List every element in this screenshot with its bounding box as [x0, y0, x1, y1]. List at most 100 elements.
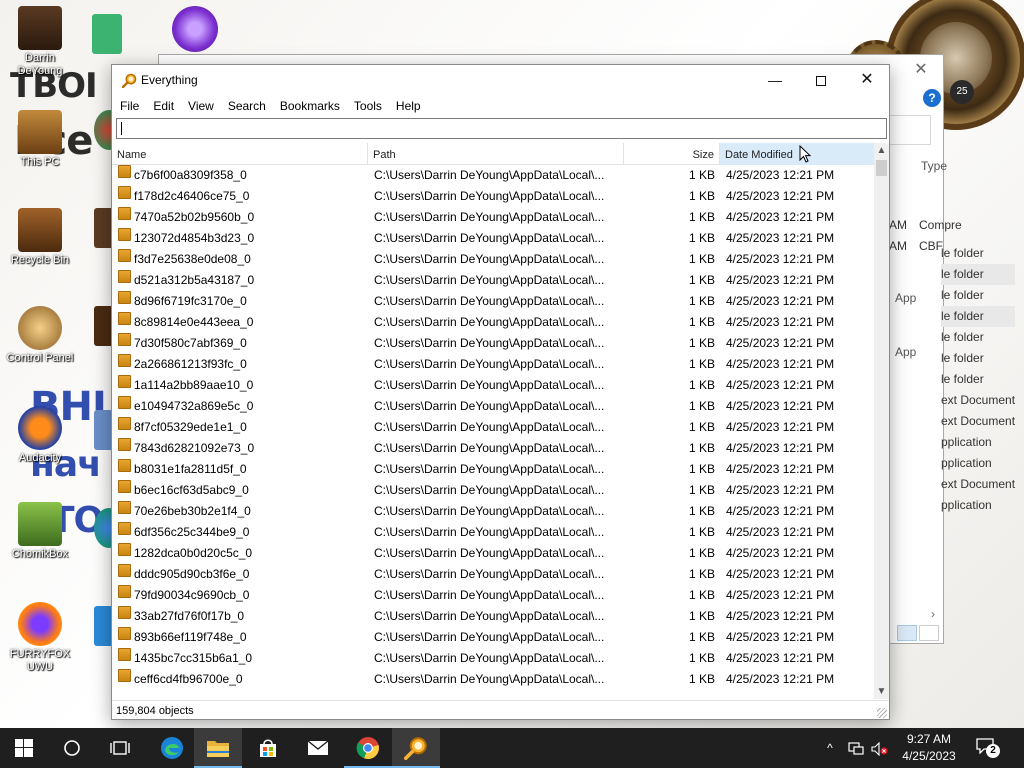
search-input[interactable] — [116, 118, 887, 139]
column-header-type[interactable]: Type — [921, 159, 947, 173]
desktop-icon-this-pc[interactable]: This PC — [2, 110, 78, 169]
edge-button[interactable] — [148, 728, 196, 768]
network-tray-button[interactable] — [844, 728, 868, 768]
menu-help[interactable]: Help — [389, 95, 428, 117]
minimize-button[interactable]: — — [752, 65, 798, 95]
menu-bookmarks[interactable]: Bookmarks — [273, 95, 347, 117]
close-icon[interactable]: ✕ — [909, 59, 933, 79]
list-item[interactable]: le folder — [941, 285, 1015, 306]
desktop-icon-control-panel[interactable]: Control Panel — [2, 306, 78, 365]
close-button[interactable]: ✕ — [844, 65, 890, 95]
title-bar[interactable]: Everything — ✕ — [112, 65, 889, 95]
table-row[interactable]: f3d7e25638e0de08_0 C:\Users\Darrin DeYoun… — [112, 249, 874, 270]
column-header-size[interactable]: Size — [672, 143, 720, 165]
menu-tools[interactable]: Tools — [347, 95, 389, 117]
partial-desktop-icon[interactable] — [92, 14, 122, 54]
table-row[interactable]: 8f7cf05329ede1e1_0 C:\Users\Darrin DeYoun… — [112, 417, 874, 438]
list-item[interactable]: pplication — [941, 495, 1015, 516]
table-row[interactable]: 1435bc7cc315b6a1_0 C:\Users\Darrin DeYoun… — [112, 648, 874, 669]
table-row[interactable]: dddc905d90cb3f6e_0 C:\Users\Darrin DeYoun… — [112, 564, 874, 585]
table-row[interactable]: 7470a52b02b9560b_0 C:\Users\Darrin DeYoun… — [112, 207, 874, 228]
scroll-down-icon[interactable]: ▼ — [874, 684, 889, 699]
list-item[interactable]: le folder — [941, 264, 1016, 285]
table-row[interactable]: 33ab27fd76f0f17b_0 C:\Users\Darrin DeYoun… — [112, 606, 874, 627]
desktop-icon-firefox[interactable]: FURRYFOX UWU — [2, 602, 78, 674]
table-row[interactable]: 893b66ef119f748e_0 C:\Users\Darrin DeYoun… — [112, 627, 874, 648]
table-row[interactable]: b8031e1fa2811d5f_0 C:\Users\Darrin DeYoun… — [112, 459, 874, 480]
cell-size: 1 KB — [688, 378, 715, 392]
menu-view[interactable]: View — [181, 95, 221, 117]
search-button[interactable] — [48, 728, 96, 768]
list-item[interactable]: ext Document — [941, 411, 1015, 432]
desktop-icon-audacity[interactable]: Audacity — [2, 406, 78, 465]
everything-window[interactable]: Everything — ✕ File Edit View Search Bookmar… — [111, 64, 890, 720]
table-row[interactable]: 1282dca0b0d20c5c_0 C:\Users\Darrin DeYoun… — [112, 543, 874, 564]
large-icons-view-icon[interactable] — [919, 625, 939, 641]
action-center-button[interactable]: 2 — [976, 738, 1000, 758]
results-list[interactable]: Name Path Size Date Modified c7b6f00a830… — [112, 143, 889, 699]
table-row[interactable]: 79fd90034c9690cb_0 C:\Users\Darrin DeYoun… — [112, 585, 874, 606]
column-header-date-modified[interactable]: Date Modified — [720, 143, 874, 165]
taskbar-clock[interactable]: 9:27 AM 4/25/2023 — [884, 731, 974, 765]
scroll-up-icon[interactable]: ▲ — [874, 143, 889, 158]
desktop-icon-label: Audacity — [18, 452, 62, 464]
menu-search[interactable]: Search — [221, 95, 273, 117]
everything-button[interactable] — [392, 728, 440, 768]
tor-browser-icon[interactable] — [172, 6, 218, 52]
table-row[interactable]: 2a266861213f93fc_0 C:\Users\Darrin DeYoun… — [112, 354, 874, 375]
table-row[interactable]: 7843d62821092e73_0 C:\Users\Darrin DeYoun… — [112, 438, 874, 459]
cell-name: b6ec16cf63d5abc9_0 — [134, 483, 249, 497]
cell-date-modified: 4/25/2023 12:21 PM — [726, 273, 835, 287]
list-item[interactable]: le folder — [941, 243, 1015, 264]
scroll-right-icon[interactable]: › — [931, 607, 935, 621]
table-row[interactable]: e10494732a869e5c_0 C:\Users\Darrin DeYoun… — [112, 396, 874, 417]
list-item[interactable]: le folder — [941, 348, 1015, 369]
start-button[interactable] — [0, 728, 48, 768]
table-row[interactable]: b6ec16cf63d5abc9_0 C:\Users\Darrin DeYoun… — [112, 480, 874, 501]
cell-name: 1282dca0b0d20c5c_0 — [134, 546, 253, 560]
column-header-name[interactable]: Name — [112, 143, 368, 165]
table-row[interactable]: f178d2c46406ce75_0 C:\Users\Darrin DeYoun… — [112, 186, 874, 207]
cell-size: 1 KB — [688, 336, 715, 350]
list-item[interactable]: le folder — [941, 369, 1015, 390]
scrollbar-thumb[interactable] — [876, 160, 887, 176]
desktop-icon-recycle-bin[interactable]: Recycle Bin — [2, 208, 78, 267]
mail-button[interactable] — [294, 728, 342, 768]
table-row[interactable]: 123072d4854b3d23_0 C:\Users\Darrin DeYoun… — [112, 228, 874, 249]
list-item[interactable]: le folder — [941, 306, 1016, 327]
table-row[interactable]: 8d96f6719fc3170e_0 C:\Users\Darrin DeYoun… — [112, 291, 874, 312]
resize-grip-icon[interactable] — [877, 708, 887, 718]
file-explorer-button[interactable] — [194, 728, 242, 768]
cell-date-modified: 4/25/2023 12:21 PM — [726, 504, 835, 518]
list-item[interactable]: ext Document — [941, 474, 1015, 495]
store-button[interactable] — [244, 728, 292, 768]
table-row[interactable]: 8c89814e0e443eea_0 C:\Users\Darrin DeYoun… — [112, 312, 874, 333]
maximize-button[interactable] — [798, 65, 844, 95]
menu-edit[interactable]: Edit — [146, 95, 181, 117]
column-header-path[interactable]: Path — [368, 143, 624, 165]
list-item[interactable]: pplication — [941, 432, 1015, 453]
table-row[interactable]: 6df356c25c344be9_0 C:\Users\Darrin DeYoun… — [112, 522, 874, 543]
show-hidden-icons-button[interactable]: ^ — [820, 728, 840, 768]
table-row[interactable]: d521a312b5a43187_0 C:\Users\Darrin DeYoun… — [112, 270, 874, 291]
table-row[interactable]: ceff6cd4fb96700e_0 C:\Users\Darrin DeYoun… — [112, 669, 874, 690]
menu-file[interactable]: File — [112, 95, 146, 117]
table-row[interactable]: c7b6f00a8309f358_0 C:\Users\Darrin DeYoun… — [112, 165, 874, 186]
details-view-icon[interactable] — [897, 625, 917, 641]
desktop-icon-user-folder[interactable]: Darrin DeYoung — [2, 6, 78, 78]
vertical-scrollbar[interactable]: ▲ ▼ — [874, 143, 889, 699]
desktop-icon-chomikbox[interactable]: ChomikBox — [2, 502, 78, 561]
task-view-button[interactable] — [96, 728, 144, 768]
table-row[interactable]: 70e26beb30b2e1f4_0 C:\Users\Darrin DeYoun… — [112, 501, 874, 522]
cell-date-modified: 4/25/2023 12:21 PM — [726, 336, 835, 350]
list-item[interactable]: le folder — [941, 327, 1015, 348]
list-item[interactable]: AM Compre — [889, 215, 962, 236]
list-item[interactable]: ext Document — [941, 390, 1015, 411]
help-icon[interactable]: ? — [923, 89, 941, 107]
table-row[interactable]: 1a114a2bb89aae10_0 C:\Users\Darrin DeYoun… — [112, 375, 874, 396]
chrome-button[interactable] — [344, 728, 392, 768]
table-row[interactable]: 7d30f580c7abf369_0 C:\Users\Darrin DeYoun… — [112, 333, 874, 354]
list-item[interactable]: pplication — [941, 453, 1015, 474]
explorer-search-box[interactable] — [887, 115, 931, 145]
cell-name: 123072d4854b3d23_0 — [134, 231, 255, 245]
